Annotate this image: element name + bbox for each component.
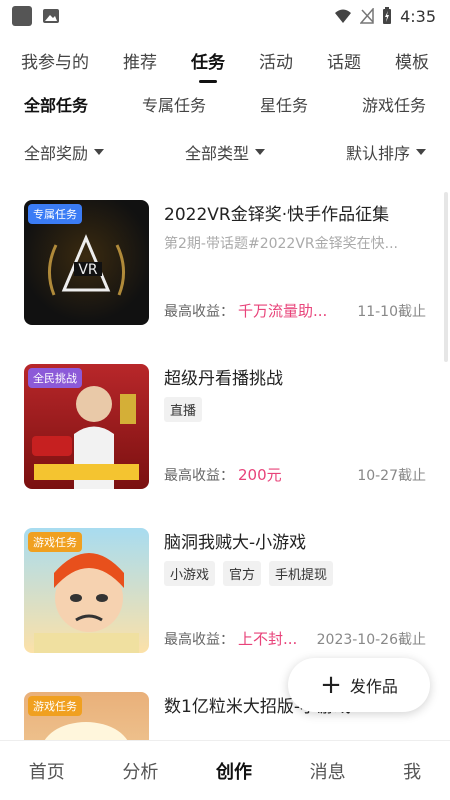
reward-label: 最高收益： — [164, 632, 234, 648]
subtab-exclusive-tasks[interactable]: 专属任务 — [142, 92, 206, 116]
filter-type-label: 全部类型 — [184, 144, 249, 163]
task-subtitle: 第2期-带话题#2022VR金铎奖在快... — [164, 236, 398, 252]
task-chip: 小游戏 — [164, 561, 216, 586]
plus-icon: + — [320, 670, 342, 700]
nav-me[interactable]: 我 — [403, 758, 421, 784]
status-right: 4:35 — [334, 7, 436, 26]
task-info: 2022VR金铎奖·快手作品征集 第2期-带话题#2022VR金铎奖在快... … — [164, 200, 426, 325]
battery-charging-icon — [383, 7, 392, 24]
caret-down-icon — [255, 149, 265, 155]
subtab-star-tasks[interactable]: 星任务 — [260, 92, 308, 116]
task-title: 2022VR金铎奖·快手作品征集 — [164, 205, 390, 225]
filter-bar: 全部奖励 全部类型 默认排序 — [0, 134, 450, 170]
task-deadline: 2023-10-26截止 — [316, 632, 426, 648]
reward-value: 200元 — [238, 466, 282, 484]
subtab-all-tasks[interactable]: 全部任务 — [24, 92, 88, 116]
filter-reward-label: 全部奖励 — [24, 144, 89, 163]
task-tag: 专属任务 — [28, 204, 82, 224]
status-bar: 4:35 — [0, 0, 450, 32]
task-reward-row: 最高收益： 上不封... 2023-10-26截止 — [164, 628, 426, 649]
app-notification-icon — [12, 6, 32, 26]
tab-activities[interactable]: 活动 — [257, 44, 295, 77]
wifi-icon — [335, 9, 352, 23]
image-icon — [43, 9, 59, 23]
status-time: 4:35 — [400, 6, 436, 26]
filter-sort-dropdown[interactable]: 默认排序 — [346, 140, 426, 164]
reward-value: 上不封... — [238, 630, 298, 648]
tab-tasks[interactable]: 任务 — [189, 44, 227, 77]
tab-topics[interactable]: 话题 — [325, 44, 363, 77]
task-thumbnail: VR 专属任务 — [24, 200, 149, 325]
task-tag: 全民挑战 — [28, 368, 82, 388]
filter-sort-label: 默认排序 — [345, 144, 410, 163]
caret-down-icon — [94, 149, 105, 155]
nav-home[interactable]: 首页 — [29, 758, 65, 784]
nav-analysis[interactable]: 分析 — [122, 758, 158, 784]
task-deadline: 10-27截止 — [357, 468, 426, 484]
task-tag: 游戏任务 — [28, 696, 82, 716]
task-tag: 游戏任务 — [28, 532, 82, 552]
task-chip: 直播 — [164, 397, 203, 422]
task-thumbnail: 游戏任务 — [24, 528, 149, 653]
task-title: 脑洞我贼大-小游戏 — [164, 533, 307, 553]
svg-text:VR: VR — [78, 262, 98, 278]
task-card[interactable]: 全民挑战 超级丹看播挑战 直播 最高收益： 200元 10-27截止 — [24, 354, 428, 490]
task-card[interactable]: 游戏任务 脑洞我贼大-小游戏 小游戏 官方 手机提现 最高收益： 上不封... … — [24, 518, 428, 654]
reward-label: 最高收益： — [164, 304, 234, 320]
tab-recommended[interactable]: 推荐 — [121, 44, 159, 77]
task-info: 脑洞我贼大-小游戏 小游戏 官方 手机提现 最高收益： 上不封... 2023-… — [164, 528, 426, 653]
task-chips: 小游戏 官方 手机提现 — [164, 561, 426, 586]
reward-value: 千万流量助... — [238, 302, 328, 320]
nav-create[interactable]: 创作 — [216, 758, 252, 784]
reward-label: 最高收益： — [164, 468, 234, 484]
no-signal-icon — [360, 8, 374, 24]
task-chip: 手机提现 — [269, 561, 334, 586]
status-left — [12, 6, 60, 26]
publish-work-label: 发作品 — [349, 677, 398, 696]
top-tabs: 我参与的 推荐 任务 活动 话题 模板 — [0, 40, 450, 80]
task-chip: 官方 — [223, 561, 262, 586]
task-reward-row: 最高收益： 200元 10-27截止 — [164, 464, 426, 485]
caret-down-icon — [415, 149, 426, 155]
task-info: 超级丹看播挑战 直播 最高收益： 200元 10-27截止 — [164, 364, 426, 489]
task-title: 超级丹看播挑战 — [164, 369, 283, 389]
subtab-game-tasks[interactable]: 游戏任务 — [362, 92, 426, 116]
bottom-nav: 首页 分析 创作 消息 我 — [0, 740, 450, 800]
filter-type-dropdown[interactable]: 全部类型 — [185, 140, 265, 164]
tab-templates[interactable]: 模板 — [393, 44, 431, 77]
filter-reward-dropdown[interactable]: 全部奖励 — [24, 140, 105, 164]
task-card[interactable]: VR 专属任务 2022VR金铎奖·快手作品征集 第2期-带话题#2022VR金… — [24, 190, 428, 326]
task-reward-row: 最高收益： 千万流量助... 11-10截止 — [164, 300, 426, 321]
publish-work-button[interactable]: + 发作品 — [288, 658, 430, 712]
task-thumbnail: 全民挑战 — [24, 364, 149, 489]
list-scrollbar[interactable] — [444, 192, 448, 362]
tab-participated[interactable]: 我参与的 — [19, 44, 91, 77]
nav-messages[interactable]: 消息 — [310, 758, 346, 784]
task-chips: 直播 — [164, 397, 426, 422]
task-deadline: 11-10截止 — [357, 304, 426, 320]
sub-tabs: 全部任务 专属任务 星任务 游戏任务 — [0, 86, 450, 122]
